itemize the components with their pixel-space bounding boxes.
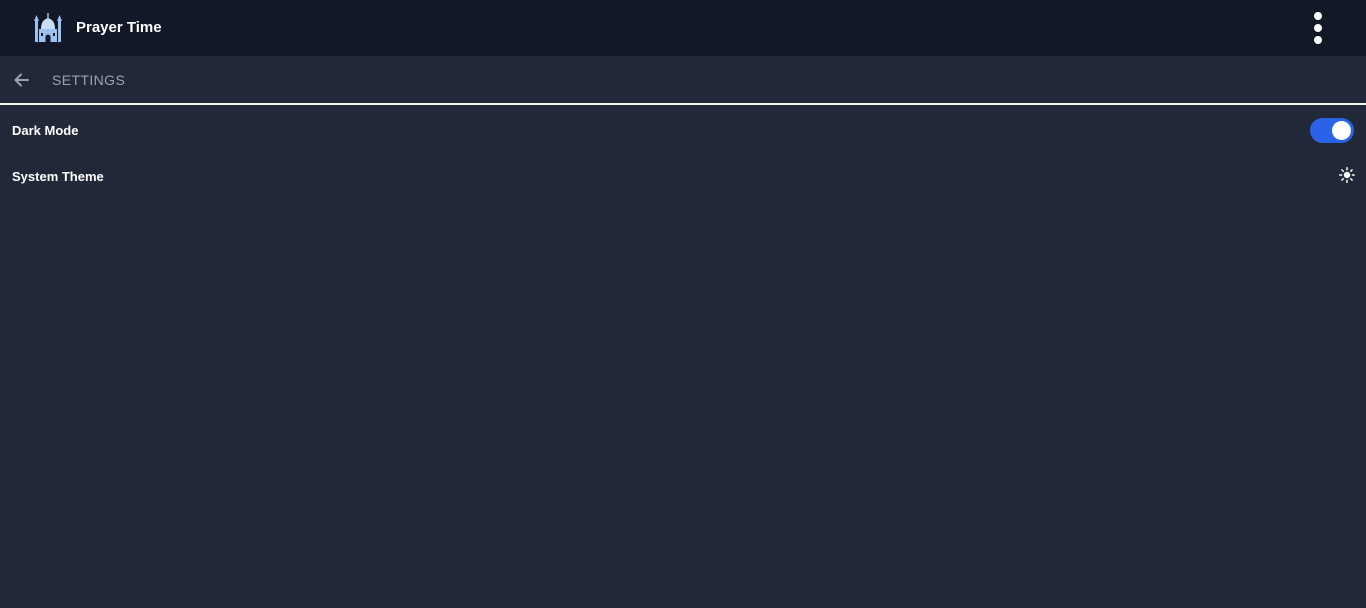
page-title: SETTINGS — [52, 72, 126, 88]
system-theme-row: System Theme — [0, 160, 1366, 200]
dark-mode-toggle[interactable] — [1310, 118, 1354, 143]
dark-mode-row: Dark Mode — [0, 111, 1366, 151]
app-title: Prayer Time — [76, 19, 162, 36]
settings-header: SETTINGS — [0, 56, 1366, 105]
more-vertical-icon[interactable] — [1306, 10, 1330, 46]
mosque-icon — [33, 12, 63, 44]
menu-dot — [1314, 36, 1322, 44]
app-bar: Prayer Time — [0, 0, 1366, 56]
toggle-knob — [1332, 121, 1351, 140]
arrow-left-icon[interactable] — [12, 70, 32, 90]
dark-mode-label: Dark Mode — [12, 123, 79, 138]
menu-dot — [1314, 24, 1322, 32]
menu-dot — [1314, 12, 1322, 20]
system-theme-label: System Theme — [12, 169, 104, 184]
sun-icon[interactable] — [1339, 167, 1355, 183]
